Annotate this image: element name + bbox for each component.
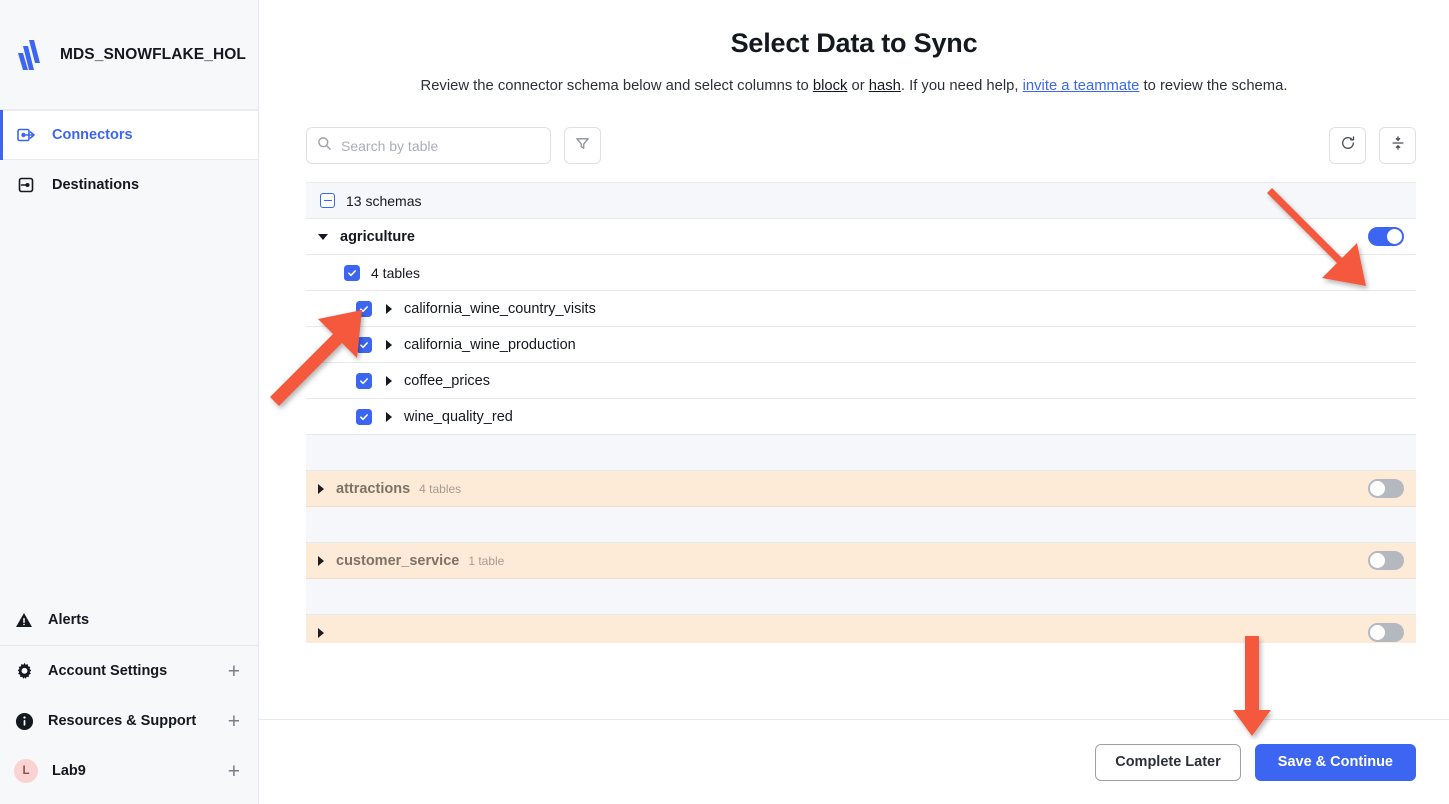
toolbar-right-actions xyxy=(1329,127,1416,164)
subtitle-text-2: or xyxy=(847,78,868,94)
table-checkbox[interactable] xyxy=(356,409,372,425)
warning-triangle-icon xyxy=(14,610,34,630)
select-all-tables-checkbox[interactable] xyxy=(344,265,360,281)
schema-row-agriculture[interactable]: agriculture xyxy=(306,219,1416,255)
alerts-section: Alerts xyxy=(0,595,258,646)
destinations-icon xyxy=(16,175,36,195)
page-header: Select Data to Sync Review the connector… xyxy=(259,0,1449,94)
schema-separator xyxy=(306,507,1416,543)
table-row[interactable]: california_wine_country_visits xyxy=(306,291,1416,327)
table-row[interactable]: california_wine_production xyxy=(306,327,1416,363)
table-name: california_wine_production xyxy=(404,337,576,353)
schema-separator xyxy=(306,435,1416,471)
schema-name: customer_service xyxy=(336,553,459,569)
schema-toggle-attractions[interactable] xyxy=(1368,479,1404,498)
refresh-icon xyxy=(1340,135,1356,156)
chevron-right-icon[interactable] xyxy=(318,556,324,566)
plus-icon[interactable]: + xyxy=(228,661,240,682)
connectors-icon xyxy=(16,125,36,145)
table-name: wine_quality_red xyxy=(404,409,513,425)
all-schemas-row[interactable]: 13 schemas xyxy=(306,183,1416,219)
schema-separator xyxy=(306,579,1416,615)
schema-row-attractions[interactable]: attractions 4 tables xyxy=(306,471,1416,507)
sidebar-item-label: Alerts xyxy=(48,612,240,628)
main-content: Select Data to Sync Review the connector… xyxy=(259,0,1449,804)
subtitle-text-3: . If you need help, xyxy=(901,78,1023,94)
collapse-all-icon xyxy=(1390,135,1406,156)
sidebar-item-label: Destinations xyxy=(52,177,139,193)
table-checkbox[interactable] xyxy=(356,337,372,353)
schema-toggle-agriculture[interactable] xyxy=(1368,227,1404,246)
invite-teammate-link[interactable]: invite a teammate xyxy=(1023,78,1140,94)
refresh-button[interactable] xyxy=(1329,127,1366,164)
chevron-right-icon[interactable] xyxy=(386,412,392,422)
hash-link[interactable]: hash xyxy=(869,78,901,94)
schema-row-customer-service[interactable]: customer_service 1 table xyxy=(306,543,1416,579)
page-subtitle: Review the connector schema below and se… xyxy=(259,78,1449,94)
sidebar-bottom-pad xyxy=(0,796,258,804)
primary-nav: Connectors Destinations xyxy=(0,110,258,210)
app-window: MDS_SNOWFLAKE_HOL Connectors xyxy=(0,0,1449,804)
chevron-right-icon[interactable] xyxy=(386,376,392,386)
sidebar-item-resources-support[interactable]: Resources & Support + xyxy=(0,696,258,746)
sidebar-item-connectors[interactable]: Connectors xyxy=(0,110,258,160)
chevron-right-icon[interactable] xyxy=(386,304,392,314)
save-continue-button[interactable]: Save & Continue xyxy=(1255,744,1416,781)
filter-button[interactable] xyxy=(564,127,601,164)
avatar: L xyxy=(14,759,38,783)
schema-row-partial[interactable] xyxy=(306,615,1416,643)
sidebar-item-account-settings[interactable]: Account Settings + xyxy=(0,646,258,696)
schema-table-count: 4 tables xyxy=(419,482,461,496)
table-count-label: 4 tables xyxy=(371,265,420,281)
filter-funnel-icon xyxy=(575,136,590,156)
collapse-all-button[interactable] xyxy=(1379,127,1416,164)
table-checkbox[interactable] xyxy=(356,373,372,389)
sidebar-item-destinations[interactable]: Destinations xyxy=(0,160,258,210)
subtitle-text-1: Review the connector schema below and se… xyxy=(421,78,813,94)
page-title: Select Data to Sync xyxy=(259,28,1449,59)
sidebar-item-label: Account Settings xyxy=(48,663,214,679)
chevron-right-icon[interactable] xyxy=(386,340,392,350)
search-input[interactable] xyxy=(341,138,540,154)
sidebar-item-label: Lab9 xyxy=(52,763,214,779)
sidebar-item-label: Connectors xyxy=(52,127,133,143)
chevron-right-icon[interactable] xyxy=(318,628,324,638)
brand-name: MDS_SNOWFLAKE_HOL xyxy=(60,46,246,64)
all-schemas-label: 13 schemas xyxy=(346,193,421,209)
info-circle-icon xyxy=(14,711,34,731)
gear-icon xyxy=(14,661,34,681)
all-schemas-checkbox[interactable] xyxy=(320,193,335,208)
schema-toggle-customer-service[interactable] xyxy=(1368,551,1404,570)
table-name: california_wine_country_visits xyxy=(404,301,596,317)
subtitle-text-4: to review the schema. xyxy=(1139,78,1287,94)
chevron-right-icon[interactable] xyxy=(318,484,324,494)
block-link[interactable]: block xyxy=(813,78,848,94)
brand-header: MDS_SNOWFLAKE_HOL xyxy=(0,0,258,110)
page-footer: Complete Later Save & Continue xyxy=(259,719,1449,804)
schema-table-count: 1 table xyxy=(468,554,504,568)
schema-toolbar xyxy=(306,127,1416,164)
table-row[interactable]: wine_quality_red xyxy=(306,399,1416,435)
sidebar-item-user-profile[interactable]: L Lab9 + xyxy=(0,746,258,796)
table-count-row[interactable]: 4 tables xyxy=(306,255,1416,291)
table-name: coffee_prices xyxy=(404,373,490,389)
sidebar-item-label: Resources & Support xyxy=(48,713,214,729)
chevron-down-icon[interactable] xyxy=(318,234,328,240)
sidebar-footer: Account Settings + Resources & Support +… xyxy=(0,646,258,804)
schema-toggle-partial[interactable] xyxy=(1368,623,1404,642)
table-checkbox[interactable] xyxy=(356,301,372,317)
fivetran-logo-icon xyxy=(16,39,46,71)
search-box[interactable] xyxy=(306,127,551,164)
schema-name: agriculture xyxy=(340,229,415,245)
schema-list[interactable]: 13 schemas agriculture 4 tables xyxy=(306,182,1416,643)
table-row[interactable]: coffee_prices xyxy=(306,363,1416,399)
sidebar-item-alerts[interactable]: Alerts xyxy=(0,595,258,645)
sidebar-filler xyxy=(0,210,258,595)
schema-name: attractions xyxy=(336,481,410,497)
sidebar: MDS_SNOWFLAKE_HOL Connectors xyxy=(0,0,259,804)
search-icon xyxy=(317,136,332,156)
complete-later-button[interactable]: Complete Later xyxy=(1095,744,1241,781)
plus-icon[interactable]: + xyxy=(228,761,240,782)
plus-icon[interactable]: + xyxy=(228,711,240,732)
